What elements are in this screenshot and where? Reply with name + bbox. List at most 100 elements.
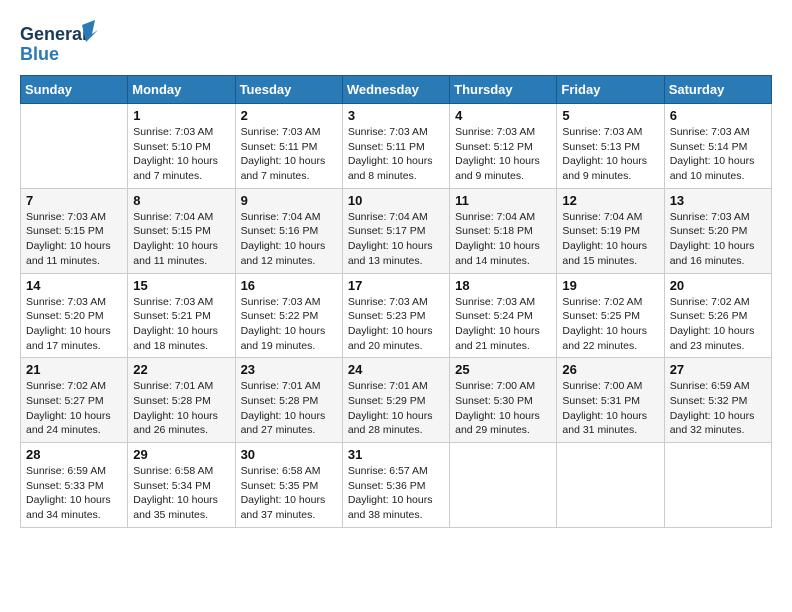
day-number: 2 <box>241 108 337 123</box>
day-number: 28 <box>26 447 122 462</box>
day-info: Sunrise: 7:03 AM Sunset: 5:14 PM Dayligh… <box>670 125 766 184</box>
calendar-cell <box>664 443 771 528</box>
page-header: GeneralBlue <box>20 20 772 65</box>
day-info: Sunrise: 6:57 AM Sunset: 5:36 PM Dayligh… <box>348 464 444 523</box>
day-number: 16 <box>241 278 337 293</box>
day-number: 23 <box>241 362 337 377</box>
day-number: 7 <box>26 193 122 208</box>
day-info: Sunrise: 7:04 AM Sunset: 5:19 PM Dayligh… <box>562 210 658 269</box>
day-header-thursday: Thursday <box>450 76 557 104</box>
day-number: 27 <box>670 362 766 377</box>
day-number: 5 <box>562 108 658 123</box>
calendar-cell: 16 Sunrise: 7:03 AM Sunset: 5:22 PM Dayli… <box>235 273 342 358</box>
day-info: Sunrise: 7:00 AM Sunset: 5:31 PM Dayligh… <box>562 379 658 438</box>
day-number: 11 <box>455 193 551 208</box>
day-info: Sunrise: 7:04 AM Sunset: 5:16 PM Dayligh… <box>241 210 337 269</box>
calendar-cell: 9 Sunrise: 7:04 AM Sunset: 5:16 PM Daylig… <box>235 188 342 273</box>
calendar-cell: 28 Sunrise: 6:59 AM Sunset: 5:33 PM Dayli… <box>21 443 128 528</box>
calendar-header-row: SundayMondayTuesdayWednesdayThursdayFrid… <box>21 76 772 104</box>
day-info: Sunrise: 7:04 AM Sunset: 5:17 PM Dayligh… <box>348 210 444 269</box>
day-number: 20 <box>670 278 766 293</box>
calendar-week-2: 7 Sunrise: 7:03 AM Sunset: 5:15 PM Daylig… <box>21 188 772 273</box>
calendar-cell: 18Sunrise: 7:03 AM Sunset: 5:24 PM Dayli… <box>450 273 557 358</box>
day-info: Sunrise: 7:02 AM Sunset: 5:27 PM Dayligh… <box>26 379 122 438</box>
calendar-table: SundayMondayTuesdayWednesdayThursdayFrid… <box>20 75 772 528</box>
day-info: Sunrise: 7:04 AM Sunset: 5:18 PM Dayligh… <box>455 210 551 269</box>
day-info: Sunrise: 7:03 AM Sunset: 5:13 PM Dayligh… <box>562 125 658 184</box>
svg-text:Blue: Blue <box>20 44 59 64</box>
calendar-cell: 22 Sunrise: 7:01 AM Sunset: 5:28 PM Dayli… <box>128 358 235 443</box>
calendar-cell: 25Sunrise: 7:00 AM Sunset: 5:30 PM Dayli… <box>450 358 557 443</box>
day-info: Sunrise: 7:03 AM Sunset: 5:12 PM Dayligh… <box>455 125 551 184</box>
calendar-cell: 7 Sunrise: 7:03 AM Sunset: 5:15 PM Daylig… <box>21 188 128 273</box>
day-header-friday: Friday <box>557 76 664 104</box>
day-info: Sunrise: 7:03 AM Sunset: 5:23 PM Dayligh… <box>348 295 444 354</box>
calendar-cell: 29Sunrise: 6:58 AM Sunset: 5:34 PM Dayli… <box>128 443 235 528</box>
day-header-wednesday: Wednesday <box>342 76 449 104</box>
day-number: 18 <box>455 278 551 293</box>
day-info: Sunrise: 7:01 AM Sunset: 5:28 PM Dayligh… <box>241 379 337 438</box>
day-number: 4 <box>455 108 551 123</box>
day-number: 13 <box>670 193 766 208</box>
day-number: 19 <box>562 278 658 293</box>
day-info: Sunrise: 7:03 AM Sunset: 5:11 PM Dayligh… <box>241 125 337 184</box>
calendar-cell: 5 Sunrise: 7:03 AM Sunset: 5:13 PM Daylig… <box>557 104 664 189</box>
logo-icon: GeneralBlue <box>20 20 100 65</box>
calendar-cell: 24 Sunrise: 7:01 AM Sunset: 5:29 PM Dayli… <box>342 358 449 443</box>
calendar-cell <box>450 443 557 528</box>
day-header-monday: Monday <box>128 76 235 104</box>
calendar-cell: 21 Sunrise: 7:02 AM Sunset: 5:27 PM Dayli… <box>21 358 128 443</box>
calendar-cell: 20 Sunrise: 7:02 AM Sunset: 5:26 PM Dayli… <box>664 273 771 358</box>
day-number: 15 <box>133 278 229 293</box>
day-info: Sunrise: 7:03 AM Sunset: 5:22 PM Dayligh… <box>241 295 337 354</box>
calendar-cell: 13 Sunrise: 7:03 AM Sunset: 5:20 PM Dayli… <box>664 188 771 273</box>
calendar-cell: 26Sunrise: 7:00 AM Sunset: 5:31 PM Dayli… <box>557 358 664 443</box>
day-number: 31 <box>348 447 444 462</box>
day-info: Sunrise: 7:03 AM Sunset: 5:20 PM Dayligh… <box>670 210 766 269</box>
day-info: Sunrise: 7:00 AM Sunset: 5:30 PM Dayligh… <box>455 379 551 438</box>
calendar-cell: 19 Sunrise: 7:02 AM Sunset: 5:25 PM Dayli… <box>557 273 664 358</box>
day-number: 10 <box>348 193 444 208</box>
day-header-saturday: Saturday <box>664 76 771 104</box>
day-number: 22 <box>133 362 229 377</box>
day-info: Sunrise: 7:03 AM Sunset: 5:11 PM Dayligh… <box>348 125 444 184</box>
day-number: 21 <box>26 362 122 377</box>
day-number: 24 <box>348 362 444 377</box>
day-info: Sunrise: 7:03 AM Sunset: 5:10 PM Dayligh… <box>133 125 229 184</box>
day-number: 3 <box>348 108 444 123</box>
calendar-cell: 11 Sunrise: 7:04 AM Sunset: 5:18 PM Dayli… <box>450 188 557 273</box>
day-number: 8 <box>133 193 229 208</box>
day-number: 1 <box>133 108 229 123</box>
calendar-cell: 12 Sunrise: 7:04 AM Sunset: 5:19 PM Dayli… <box>557 188 664 273</box>
day-info: Sunrise: 7:02 AM Sunset: 5:25 PM Dayligh… <box>562 295 658 354</box>
calendar-cell: 30 Sunrise: 6:58 AM Sunset: 5:35 PM Dayli… <box>235 443 342 528</box>
day-info: Sunrise: 7:01 AM Sunset: 5:29 PM Dayligh… <box>348 379 444 438</box>
day-number: 9 <box>241 193 337 208</box>
day-header-tuesday: Tuesday <box>235 76 342 104</box>
day-number: 17 <box>348 278 444 293</box>
day-info: Sunrise: 6:59 AM Sunset: 5:33 PM Dayligh… <box>26 464 122 523</box>
day-info: Sunrise: 7:03 AM Sunset: 5:20 PM Dayligh… <box>26 295 122 354</box>
calendar-week-4: 21 Sunrise: 7:02 AM Sunset: 5:27 PM Dayli… <box>21 358 772 443</box>
day-info: Sunrise: 7:02 AM Sunset: 5:26 PM Dayligh… <box>670 295 766 354</box>
calendar-week-1: 1 Sunrise: 7:03 AM Sunset: 5:10 PM Daylig… <box>21 104 772 189</box>
day-info: Sunrise: 7:01 AM Sunset: 5:28 PM Dayligh… <box>133 379 229 438</box>
calendar-cell: 1 Sunrise: 7:03 AM Sunset: 5:10 PM Daylig… <box>128 104 235 189</box>
calendar-cell: 4 Sunrise: 7:03 AM Sunset: 5:12 PM Daylig… <box>450 104 557 189</box>
day-number: 30 <box>241 447 337 462</box>
calendar-cell: 27 Sunrise: 6:59 AM Sunset: 5:32 PM Dayli… <box>664 358 771 443</box>
day-number: 12 <box>562 193 658 208</box>
calendar-cell: 23 Sunrise: 7:01 AM Sunset: 5:28 PM Dayli… <box>235 358 342 443</box>
calendar-cell: 6 Sunrise: 7:03 AM Sunset: 5:14 PM Daylig… <box>664 104 771 189</box>
calendar-cell: 10 Sunrise: 7:04 AM Sunset: 5:17 PM Dayli… <box>342 188 449 273</box>
day-info: Sunrise: 6:59 AM Sunset: 5:32 PM Dayligh… <box>670 379 766 438</box>
day-info: Sunrise: 6:58 AM Sunset: 5:34 PM Dayligh… <box>133 464 229 523</box>
calendar-cell: 14Sunrise: 7:03 AM Sunset: 5:20 PM Dayli… <box>21 273 128 358</box>
day-info: Sunrise: 7:03 AM Sunset: 5:15 PM Dayligh… <box>26 210 122 269</box>
calendar-week-5: 28 Sunrise: 6:59 AM Sunset: 5:33 PM Dayli… <box>21 443 772 528</box>
calendar-cell: 3 Sunrise: 7:03 AM Sunset: 5:11 PM Daylig… <box>342 104 449 189</box>
calendar-cell: 17 Sunrise: 7:03 AM Sunset: 5:23 PM Dayli… <box>342 273 449 358</box>
day-info: Sunrise: 6:58 AM Sunset: 5:35 PM Dayligh… <box>241 464 337 523</box>
calendar-cell: 31 Sunrise: 6:57 AM Sunset: 5:36 PM Dayli… <box>342 443 449 528</box>
day-number: 6 <box>670 108 766 123</box>
